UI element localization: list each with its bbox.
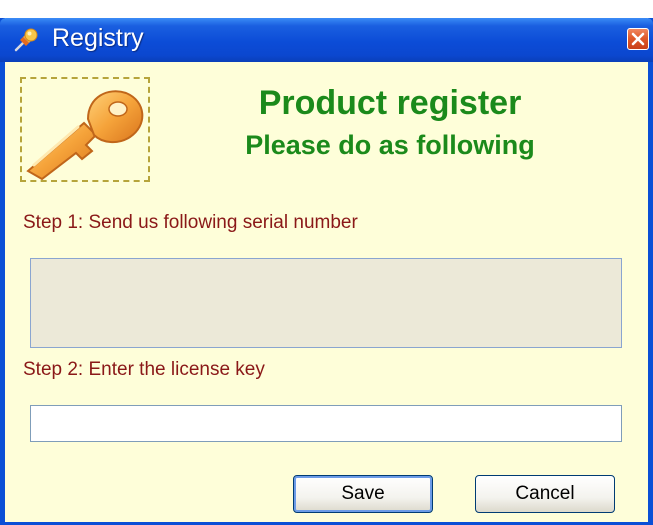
logo-frame bbox=[20, 77, 150, 182]
close-button[interactable] bbox=[627, 28, 649, 50]
cancel-button[interactable]: Cancel bbox=[475, 475, 615, 513]
step-1-label: Step 1: Send us following serial number bbox=[23, 212, 358, 233]
key-icon bbox=[26, 90, 144, 181]
pin-icon bbox=[13, 27, 39, 53]
serial-number-field[interactable] bbox=[30, 258, 622, 348]
dialog-heading: Product register bbox=[258, 84, 522, 122]
close-icon bbox=[631, 32, 645, 46]
dialog-body: Product register Please do as following … bbox=[5, 62, 648, 522]
registry-window: Registry Product register Please do as f… bbox=[0, 18, 653, 525]
title-bar[interactable]: Registry bbox=[0, 18, 653, 62]
save-button[interactable]: Save bbox=[293, 475, 433, 513]
license-key-input[interactable] bbox=[30, 405, 622, 442]
window-title: Registry bbox=[52, 24, 144, 52]
dialog-subheading: Please do as following bbox=[245, 130, 535, 160]
step-2-label: Step 2: Enter the license key bbox=[23, 359, 265, 380]
